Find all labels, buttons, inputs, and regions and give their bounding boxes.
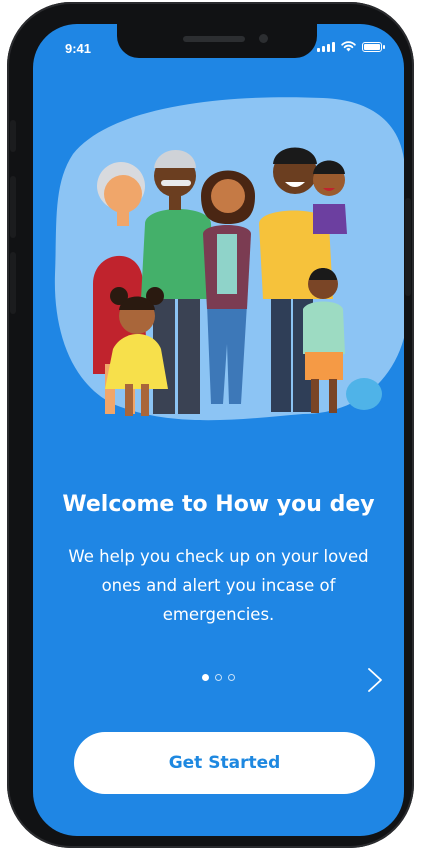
front-camera: [259, 34, 268, 43]
get-started-button[interactable]: Get Started: [74, 732, 375, 794]
page-indicator: [33, 674, 404, 681]
volume-up-button: [10, 176, 16, 238]
phone-frame: 9:41 Welcome to How you dey We help you …: [7, 2, 414, 848]
welcome-title: Welcome to How you dey: [62, 492, 375, 517]
wifi-icon: [341, 41, 356, 52]
notch: [117, 24, 317, 58]
volume-down-button: [10, 252, 16, 314]
family-group-illustration: [54, 97, 404, 421]
page-dot-1[interactable]: [202, 674, 209, 681]
home-indicator: [158, 820, 279, 825]
phone-mockup: 9:41 Welcome to How you dey We help you …: [0, 0, 421, 854]
status-icons: [317, 41, 385, 52]
welcome-description: We help you check up on your loved ones …: [68, 547, 369, 624]
chevron-right-icon[interactable]: [366, 666, 384, 694]
power-button: [405, 198, 411, 296]
status-time: 9:41: [65, 41, 92, 56]
silent-switch: [10, 120, 16, 152]
battery-icon: [362, 41, 385, 52]
onboarding-screen: 9:41 Welcome to How you dey We help you …: [33, 24, 404, 836]
signal-icon: [317, 41, 335, 52]
page-dot-3[interactable]: [228, 674, 235, 681]
page-dot-2[interactable]: [215, 674, 222, 681]
speaker-grille: [183, 36, 245, 42]
